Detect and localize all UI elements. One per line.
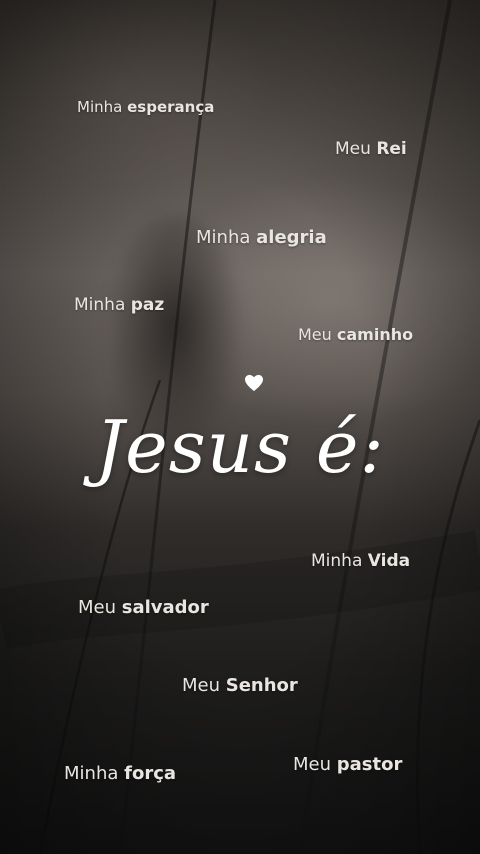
- phrase-meu-pastor: Meu pastor: [293, 754, 403, 775]
- phrase-minha-esperanca: Minha esperança: [77, 98, 215, 116]
- phrase-meu-salvador: Meu salvador: [78, 597, 209, 618]
- phrase-minha-forca: Minha força: [64, 763, 177, 784]
- background-image: Minha esperança Meu Rei Minha alegria Mi…: [0, 0, 480, 854]
- phrase-meu-rei: Meu Rei: [335, 139, 407, 159]
- heart-icon: [245, 374, 263, 392]
- phrase-minha-alegria: Minha alegria: [196, 227, 327, 248]
- page-title: Jesus é:: [95, 405, 385, 489]
- phrase-meu-senhor: Meu Senhor: [182, 675, 298, 696]
- phrase-meu-caminho: Meu caminho: [298, 325, 414, 344]
- phrase-minha-paz: Minha paz: [74, 295, 165, 315]
- phrase-minha-vida: Minha Vida: [311, 551, 411, 571]
